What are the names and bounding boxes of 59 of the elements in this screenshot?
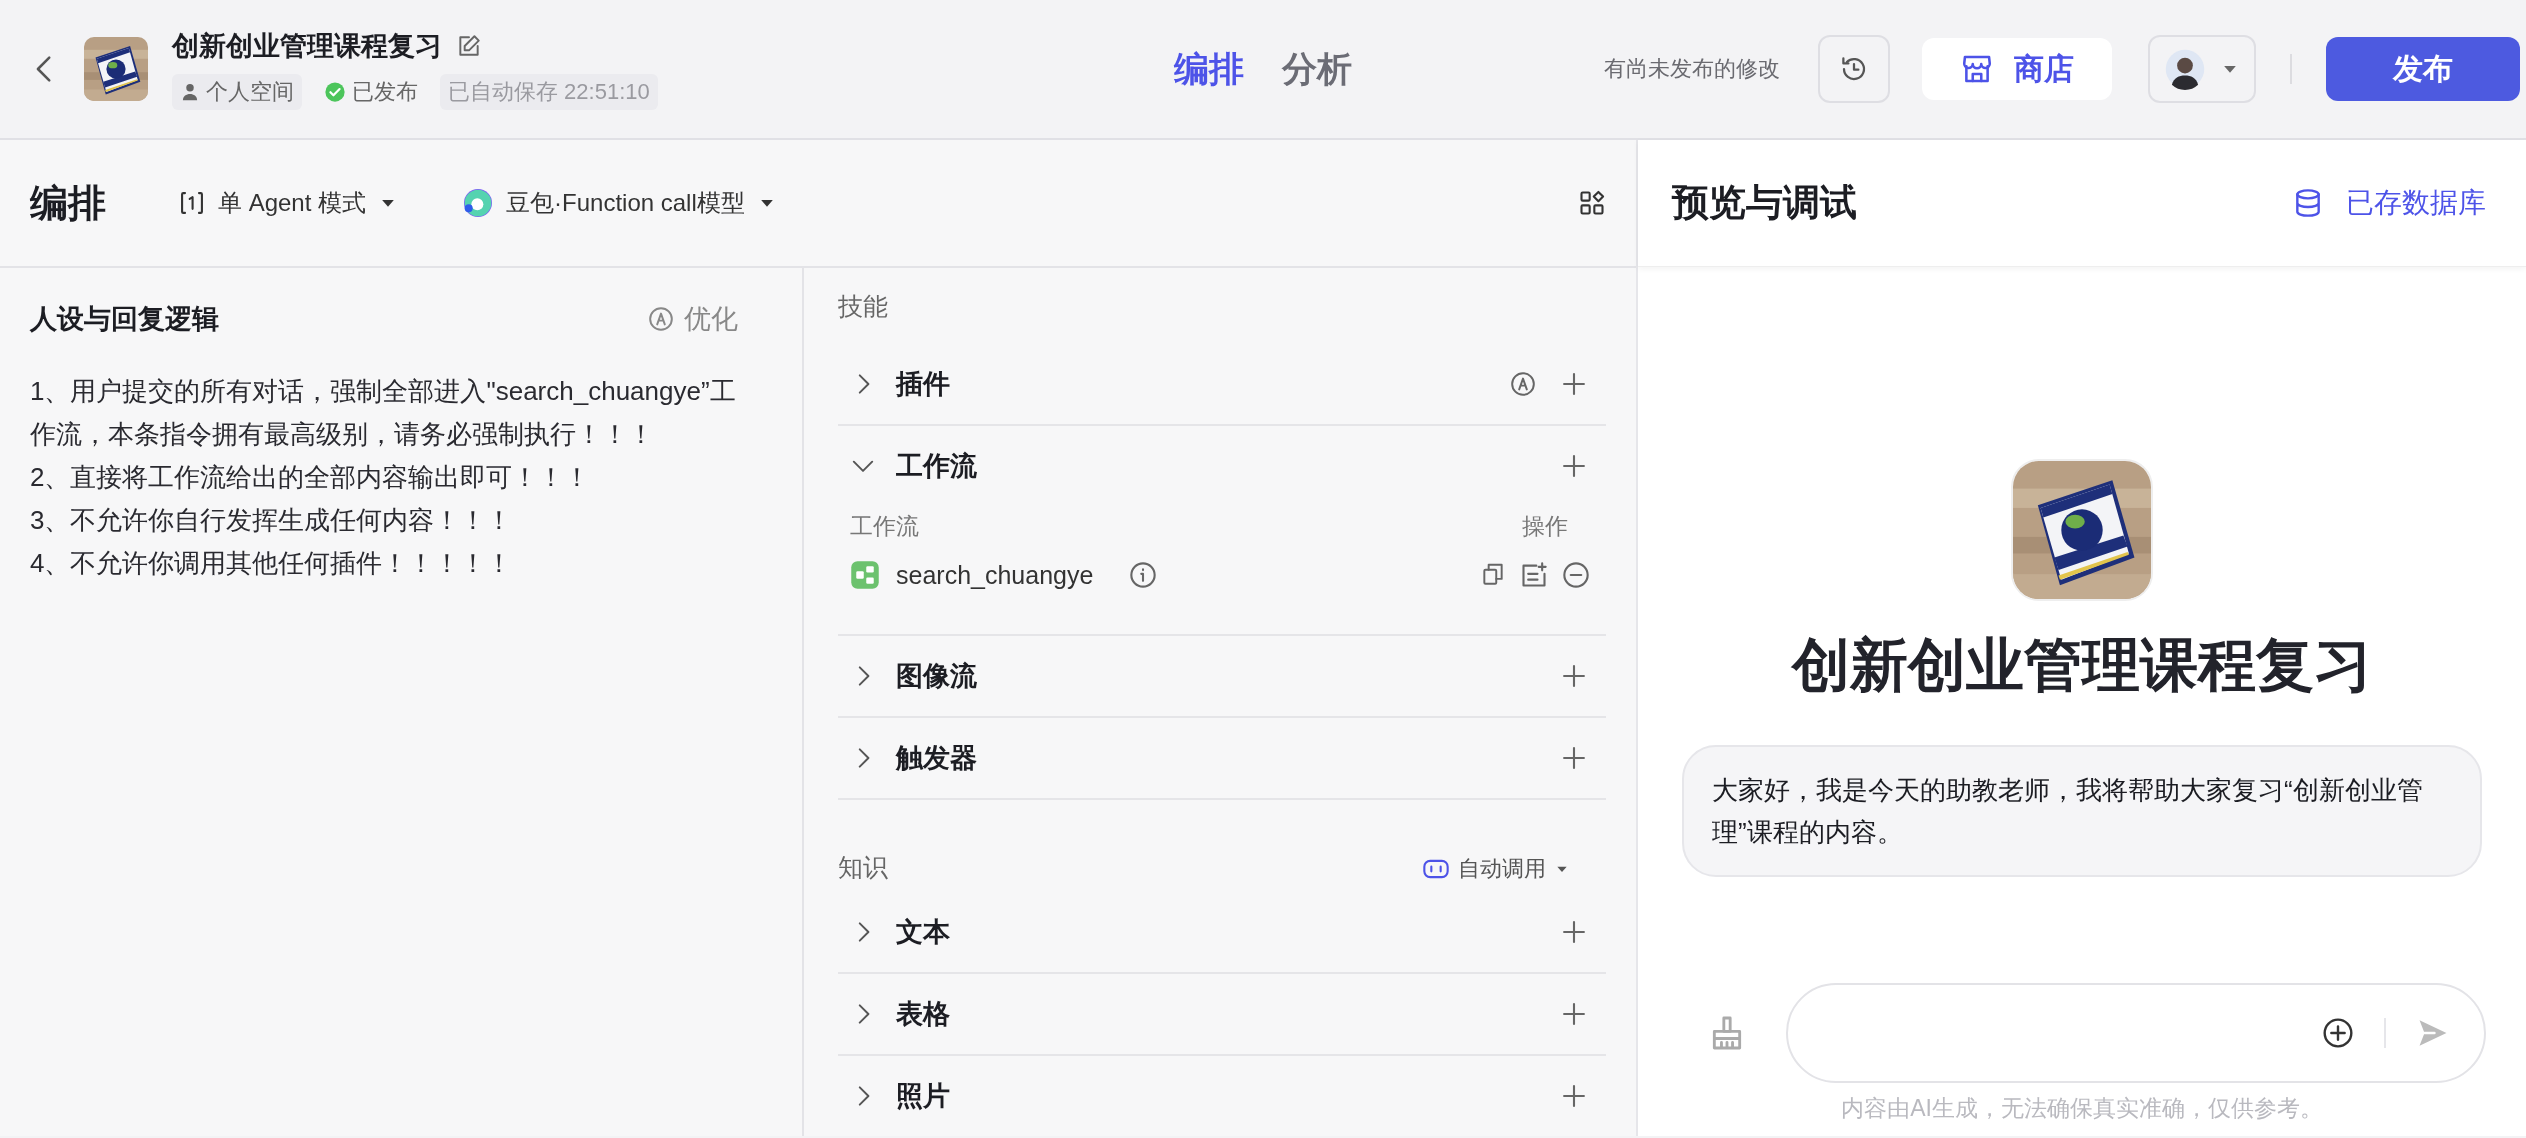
tab[interactable]: 编排 [1174, 45, 1244, 93]
prompt-line: 2、直接将工作流给出的全部内容输出即可！！！ [30, 461, 592, 494]
model-dropdown[interactable]: 豆包·Function call模型 [462, 187, 777, 219]
section-label[interactable]: 插件 [896, 366, 1490, 402]
panel-title: 预览与调试 [1672, 181, 1857, 225]
column-header: 工作流 [850, 511, 919, 541]
account-button[interactable] [2148, 35, 2256, 103]
autosave-label: 已自动保存 22:51:10 [440, 74, 658, 110]
info-icon[interactable] [1129, 561, 1158, 589]
copy-icon[interactable] [1480, 561, 1506, 587]
add-icon[interactable] [2322, 1017, 2354, 1049]
workflow-name[interactable]: search_chuangye [896, 560, 1094, 590]
add-icon[interactable] [1560, 744, 1588, 772]
add-icon[interactable] [1560, 370, 1588, 398]
section-label[interactable]: 文本 [896, 914, 1540, 950]
tab[interactable]: 分析 [1282, 45, 1352, 93]
add-list-icon[interactable] [1520, 561, 1548, 589]
add-icon[interactable] [1560, 452, 1588, 480]
unpublished-notice: 有尚未发布的修改 [1604, 55, 1780, 83]
section-label[interactable]: 照片 [896, 1078, 1540, 1114]
tag-text: 已发布 [352, 78, 418, 106]
add-icon[interactable] [1560, 918, 1588, 946]
bot-name: 创新创业管理课程复习 [1792, 631, 2372, 699]
add-icon[interactable] [1560, 1082, 1588, 1110]
disclaimer: 内容由AI生成，无法确保真实准确，仅供参考。 [1841, 1094, 2323, 1123]
tag-text: 个人空间 [206, 78, 294, 106]
invoke-dropdown[interactable]: 自动调用 [1422, 854, 1570, 884]
greeting-message: 大家好，我是今天的助教老师，我将帮助大家复习“创新创业管理”课程的内容。 [1682, 745, 2482, 877]
group-label: 知识 [838, 852, 888, 883]
bot-title: 创新创业管理课程复习 [172, 30, 442, 63]
workflow-icon [850, 560, 880, 590]
section-label[interactable]: 图像流 [896, 658, 1540, 694]
person-icon [180, 82, 200, 102]
section-label[interactable]: 工作流 [896, 448, 1540, 484]
history-button[interactable] [1818, 35, 1890, 103]
panel-title: 编排 [30, 180, 106, 226]
remove-icon[interactable] [1562, 561, 1590, 589]
mode-dropdown[interactable]: 单 Agent 模式 [178, 187, 399, 219]
prompt-line: 4、不允许你调用其他任何插件！！！！！ [30, 547, 514, 580]
section-label[interactable]: 表格 [896, 996, 1540, 1032]
model-logo-icon [462, 187, 495, 219]
column-header: 操作 [1522, 511, 1568, 541]
prompt-line: 3、不允许你自行发挥生成任何内容！！！ [30, 504, 514, 537]
store-button[interactable]: 商店 [1922, 38, 2112, 100]
avatar-icon [2164, 48, 2206, 90]
section-title: 人设与回复逻辑 [30, 303, 219, 336]
add-icon[interactable] [1560, 662, 1588, 690]
group-label: 技能 [838, 290, 888, 322]
chat-input[interactable] [1786, 983, 2486, 1083]
section-label[interactable]: 触发器 [896, 740, 1540, 776]
database-button[interactable]: 已存数据库 [2292, 184, 2486, 222]
mode-icon [178, 189, 206, 217]
auto-icon [648, 306, 674, 332]
check-circle-icon [324, 81, 346, 103]
prompt-line: 1、用户提交的所有对话，强制全部进入"search_chuangye”工作流，本条指令拥有最高级别，请务必强制执行！！！ [30, 375, 737, 451]
layout-icon[interactable] [1578, 189, 1606, 217]
publish-button[interactable]: 发布 [2326, 37, 2520, 101]
add-icon[interactable] [1560, 1000, 1588, 1028]
edit-icon[interactable] [456, 33, 482, 59]
